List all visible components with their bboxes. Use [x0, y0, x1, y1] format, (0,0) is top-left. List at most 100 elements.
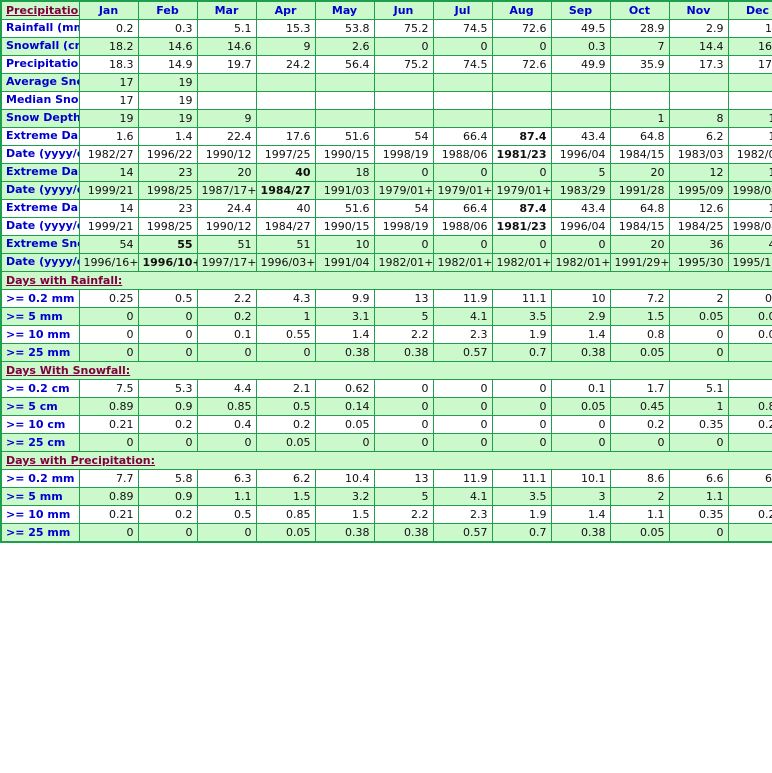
cell-may: 1991/03: [314, 181, 375, 200]
cell-apr: 1: [255, 307, 316, 326]
cell-dec: 0.21: [727, 415, 772, 434]
cell-oct: 1991/29+: [609, 253, 670, 272]
row-label-extreme-daily-rainfall-mm: Extreme Daily Rainfall (mm): [0, 127, 80, 146]
cell-may: 51.6: [314, 127, 375, 146]
threshold-label-5-mm: >= 5 mm: [0, 487, 80, 506]
table-row: >= 5 mm0.890.91.11.53.254.13.5321.11C: [0, 487, 772, 506]
cell-apr: 2.1: [255, 379, 316, 398]
cell-apr: [255, 73, 316, 92]
cell-may: 2.6: [314, 37, 375, 56]
cell-jan: 0.25: [78, 289, 139, 308]
cell-jul: 1988/06: [432, 145, 493, 164]
cell-aug: 72.6: [491, 19, 552, 38]
cell-feb: 1996/22: [137, 145, 198, 164]
cell-nov: 1983/03: [668, 145, 729, 164]
cell-apr: 0: [255, 343, 316, 362]
row-label-date-yyyy-dd: Date (yyyy/dd): [0, 181, 80, 200]
cell-dec: [727, 73, 772, 92]
cell-oct: 1984/15: [609, 217, 670, 236]
cell-jul: [432, 91, 493, 110]
cell-nov: 1995/30: [668, 253, 729, 272]
cell-oct: 0: [609, 433, 670, 452]
table-row: Average Snow Depth (cm)1719D: [0, 73, 772, 92]
cell-apr: 0.55: [255, 325, 316, 344]
table-row: Extreme Daily Precipitation (mm)142324.4…: [0, 199, 772, 218]
cell-jul: 11.9: [432, 289, 493, 308]
column-header-apr: Apr: [255, 0, 316, 20]
cell-jul: 66.4: [432, 127, 493, 146]
cell-nov: 2: [668, 289, 729, 308]
cell-feb: 0: [137, 325, 198, 344]
table-row: Median Snow Depth (cm)1719D: [0, 91, 772, 110]
cell-sep: 0: [550, 433, 611, 452]
cell-oct: 1.5: [609, 307, 670, 326]
cell-apr: 24.2: [255, 55, 316, 74]
cell-oct: 1984/15: [609, 145, 670, 164]
cell-may: 9.9: [314, 289, 375, 308]
cell-dec: 1: [727, 487, 772, 506]
cell-mar: 19.7: [196, 55, 257, 74]
cell-oct: 0.05: [609, 343, 670, 362]
cell-mar: 2.2: [196, 289, 257, 308]
table-row: Extreme Daily Snowfall (cm)1423204018000…: [0, 163, 772, 182]
cell-jun: 0: [373, 379, 434, 398]
cell-aug: 1979/01+: [491, 181, 552, 200]
cell-aug: 87.4: [491, 199, 552, 218]
row-label-median-snow-depth-cm: Median Snow Depth (cm): [0, 91, 80, 110]
cell-jun: 13: [373, 469, 434, 488]
column-header-jan: Jan: [78, 0, 139, 20]
cell-jun: 0.38: [373, 343, 434, 362]
header-row: Precipitation: Jan Feb Mar Apr May Jun J…: [0, 0, 772, 20]
cell-nov: 0: [668, 343, 729, 362]
cell-jun: [373, 73, 434, 92]
cell-jul: 74.5: [432, 55, 493, 74]
cell-feb: 0: [137, 433, 198, 452]
cell-dec: 1998/04+: [727, 217, 772, 236]
cell-sep: 49.5: [550, 19, 611, 38]
cell-aug: 11.1: [491, 469, 552, 488]
row-label-extreme-daily-precipitation-mm: Extreme Daily Precipitation (mm): [0, 199, 80, 218]
cell-feb: 0: [137, 307, 198, 326]
cell-may: 0: [314, 433, 375, 452]
column-header-nov: Nov: [668, 0, 729, 20]
table-row: >= 10 cm0.210.20.40.20.0500000.20.350.21…: [0, 415, 772, 434]
cell-jan: 1999/21: [78, 181, 139, 200]
cell-apr: 0.2: [255, 415, 316, 434]
cell-may: 3.2: [314, 487, 375, 506]
cell-mar: 1987/17+: [196, 181, 257, 200]
cell-feb: 0: [137, 523, 198, 543]
cell-feb: 0.3: [137, 19, 198, 38]
cell-jun: 1998/19: [373, 145, 434, 164]
cell-mar: [196, 73, 257, 92]
cell-jan: 0.21: [78, 505, 139, 524]
cell-may: [314, 73, 375, 92]
cell-aug: [491, 109, 552, 128]
table-row: Snowfall (cm)18.214.614.692.60000.3714.4…: [0, 37, 772, 56]
cell-jul: 1988/06: [432, 217, 493, 236]
cell-jul: 74.5: [432, 19, 493, 38]
cell-jun: 75.2: [373, 19, 434, 38]
cell-jul: [432, 73, 493, 92]
cell-apr: 0.05: [255, 433, 316, 452]
cell-jun: 0: [373, 415, 434, 434]
cell-jun: 54: [373, 199, 434, 218]
cell-aug: 11.1: [491, 289, 552, 308]
cell-mar: 1.1: [196, 487, 257, 506]
cell-mar: 1990/12: [196, 145, 257, 164]
cell-may: 18: [314, 163, 375, 182]
cell-jan: 0.89: [78, 397, 139, 416]
cell-feb: 23: [137, 163, 198, 182]
cell-may: 0.62: [314, 379, 375, 398]
cell-oct: 35.9: [609, 55, 670, 74]
cell-aug: 0: [491, 379, 552, 398]
cell-oct: 8.6: [609, 469, 670, 488]
cell-apr: 1.5: [255, 487, 316, 506]
column-header-jun: Jun: [373, 0, 434, 20]
cell-nov: 0.35: [668, 505, 729, 524]
cell-oct: 20: [609, 163, 670, 182]
row-label-date-yyyy-dd: Date (yyyy/dd): [0, 217, 80, 236]
cell-apr: [255, 91, 316, 110]
column-header-sep: Sep: [550, 0, 611, 20]
cell-mar: 0: [196, 343, 257, 362]
cell-jun: 75.2: [373, 55, 434, 74]
